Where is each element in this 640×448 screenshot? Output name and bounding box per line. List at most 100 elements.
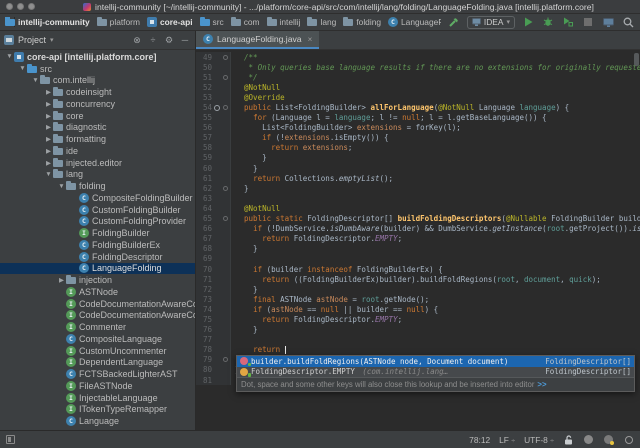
fold-marker-icon[interactable]: [221, 213, 231, 224]
code-line-51[interactable]: 51 */: [196, 72, 640, 83]
caret-position-widget[interactable]: 78:12: [469, 435, 490, 445]
breadcrumb-folding[interactable]: folding: [343, 17, 381, 27]
chevron-collapsed-icon[interactable]: ▶: [57, 276, 66, 284]
code-line-54[interactable]: 54 public List<FoldingBuilder> allForLan…: [196, 102, 640, 113]
tree-item-customuncommenter[interactable]: I CustomUncommenter: [0, 345, 195, 357]
code-line-78[interactable]: 78 return: [196, 344, 640, 355]
collapse-all-icon[interactable]: ÷: [147, 34, 159, 46]
code-line-52[interactable]: 52 @NotNull: [196, 82, 640, 93]
breadcrumb-platform[interactable]: platform: [96, 17, 140, 27]
close-tab-icon[interactable]: ×: [308, 35, 313, 44]
fold-marker-icon[interactable]: [221, 354, 231, 365]
tree-item-codedocumentationawareco[interactable]: I CodeDocumentationAwareCo: [0, 298, 195, 310]
run-with-coverage-button[interactable]: [561, 16, 575, 29]
tree-item-concurrency[interactable]: ▶ concurrency: [0, 98, 195, 110]
breadcrumb-lang[interactable]: lang: [307, 17, 336, 27]
code-line-62[interactable]: 62 }: [196, 183, 640, 194]
code-line-74[interactable]: 74 if (astNode == null || builder == nul…: [196, 304, 640, 315]
chevron-expanded-icon[interactable]: ▼: [18, 65, 27, 72]
fold-marker-icon[interactable]: [221, 183, 231, 194]
breadcrumb-core-api[interactable]: core-api: [146, 17, 193, 27]
code-line-53[interactable]: 53 @Override: [196, 92, 640, 103]
fold-marker-icon[interactable]: [221, 72, 231, 83]
breadcrumb-com[interactable]: com: [230, 17, 260, 27]
breadcrumb-intellij[interactable]: intellij: [266, 17, 300, 27]
edit-configurations-icon[interactable]: [601, 16, 615, 29]
chevron-collapsed-icon[interactable]: ▶: [44, 123, 53, 131]
hint-more-link[interactable]: >>: [537, 380, 546, 389]
locate-icon[interactable]: ⊗: [131, 34, 143, 46]
fold-marker-icon[interactable]: [221, 52, 231, 63]
editor-scrollbar[interactable]: [634, 53, 639, 66]
editor-tab-languagefolding[interactable]: C LanguageFolding.java ×: [196, 31, 320, 49]
tree-item-fileastnode[interactable]: I FileASTNode: [0, 380, 195, 392]
code-line-69[interactable]: 69: [196, 253, 640, 264]
completion-item-field[interactable]: FoldingDescriptor.EMPTY (com.intellij.la…: [237, 367, 634, 378]
chevron-collapsed-icon[interactable]: ▶: [44, 100, 53, 108]
line-ending-widget[interactable]: LF ÷: [499, 435, 515, 445]
breadcrumb-languagefolding[interactable]: CLanguageFolding: [388, 17, 441, 27]
tree-item-codedocumentationawareco[interactable]: I CodeDocumentationAwareCo: [0, 310, 195, 322]
code-line-60[interactable]: 60 }: [196, 163, 640, 174]
code-line-50[interactable]: 50 * Only queries base language results …: [196, 62, 640, 73]
tree-item-com.intellij[interactable]: ▼ com.intellij: [0, 75, 195, 87]
tree-item-compositelanguage[interactable]: C CompositeLanguage: [0, 333, 195, 345]
code-line-71[interactable]: 71 return ((FoldingBuilderEx)builder).bu…: [196, 274, 640, 285]
tree-item-astnode[interactable]: I ASTNode: [0, 286, 195, 298]
event-log-notification-icon[interactable]: [603, 434, 614, 445]
debug-button[interactable]: [541, 16, 555, 29]
chevron-collapsed-icon[interactable]: ▶: [44, 88, 53, 96]
search-everywhere-icon[interactable]: [621, 16, 635, 29]
tree-item-codeinsight[interactable]: ▶ codeinsight: [0, 86, 195, 98]
chevron-collapsed-icon[interactable]: ▶: [44, 112, 53, 120]
tree-item-src[interactable]: ▼ src: [0, 63, 195, 75]
code-line-66[interactable]: 66 if (!DumbService.isDumbAware(builder)…: [196, 223, 640, 234]
tool-window-switcher-icon[interactable]: [6, 435, 15, 444]
code-line-59[interactable]: 59 }: [196, 152, 640, 164]
override-marker-icon[interactable]: [212, 102, 221, 113]
chevron-expanded-icon[interactable]: ▼: [5, 53, 14, 60]
tree-item-dependentlanguage[interactable]: I DependentLanguage: [0, 357, 195, 369]
tree-item-languagefolding[interactable]: C LanguageFolding: [0, 262, 195, 275]
tree-item-foldingbuilderex[interactable]: C FoldingBuilderEx: [0, 239, 195, 251]
zoom-window-button[interactable]: [28, 3, 35, 10]
tree-item-diagnostic[interactable]: ▶ diagnostic: [0, 122, 195, 134]
chevron-expanded-icon[interactable]: ▼: [57, 183, 66, 190]
tree-item-core-api[interactable]: ▼ core-api [intellij.platform.core]: [0, 51, 195, 63]
code-line-68[interactable]: 68 }: [196, 243, 640, 254]
tree-item-core[interactable]: ▶ core: [0, 110, 195, 122]
run-button[interactable]: [521, 16, 535, 29]
hector-inspections-icon[interactable]: [583, 434, 594, 445]
tree-item-commenter[interactable]: I Commenter: [0, 321, 195, 333]
tree-item-ide[interactable]: ▶ ide: [0, 145, 195, 157]
code-line-77[interactable]: 77: [196, 334, 640, 345]
code-line-57[interactable]: 57 if (!extensions.isEmpty()) {: [196, 132, 640, 143]
code-line-63[interactable]: 63: [196, 193, 640, 204]
project-view-dropdown-icon[interactable]: ▾: [50, 36, 54, 44]
code-editor[interactable]: 49 /** 50 * Only queries base language re…: [196, 50, 640, 430]
tree-item-injectablelanguage[interactable]: I InjectableLanguage: [0, 392, 195, 404]
chevron-expanded-icon[interactable]: ▼: [44, 171, 53, 178]
tree-item-foldingbuilder[interactable]: I FoldingBuilder: [0, 227, 195, 239]
stop-button[interactable]: [581, 16, 595, 29]
chevron-collapsed-icon[interactable]: ▶: [44, 147, 53, 155]
tree-item-folding[interactable]: ▼ folding: [0, 180, 195, 192]
breadcrumb-src[interactable]: src: [199, 17, 224, 27]
build-hammer-icon[interactable]: [447, 16, 461, 29]
hide-tool-window-icon[interactable]: ─: [179, 34, 191, 46]
tree-item-lang[interactable]: ▼ lang: [0, 169, 195, 181]
breadcrumb-intellij-community[interactable]: intellij-community: [5, 17, 90, 27]
code-line-65[interactable]: 65 public static FoldingDescriptor[] bui…: [196, 213, 640, 224]
code-line-55[interactable]: 55 for (Language l = language; l != null…: [196, 112, 640, 123]
run-configuration-select[interactable]: IDEA ▾: [466, 15, 515, 29]
code-line-58[interactable]: 58 return extensions;: [196, 142, 640, 153]
code-line-49[interactable]: 49 /**: [196, 52, 640, 63]
fold-marker-icon[interactable]: [221, 102, 231, 113]
tree-item-customfoldingprovider[interactable]: C CustomFoldingProvider: [0, 216, 195, 228]
code-line-75[interactable]: 75 return FoldingDescriptor.EMPTY;: [196, 314, 640, 325]
code-line-64[interactable]: 64 @NotNull: [196, 203, 640, 214]
minimize-window-button[interactable]: [17, 3, 24, 10]
tree-item-compositefoldingbuilder[interactable]: C CompositeFoldingBuilder: [0, 192, 195, 204]
tree-item-foldingdescriptor[interactable]: C FoldingDescriptor: [0, 251, 195, 263]
background-tasks-icon[interactable]: [623, 434, 634, 445]
